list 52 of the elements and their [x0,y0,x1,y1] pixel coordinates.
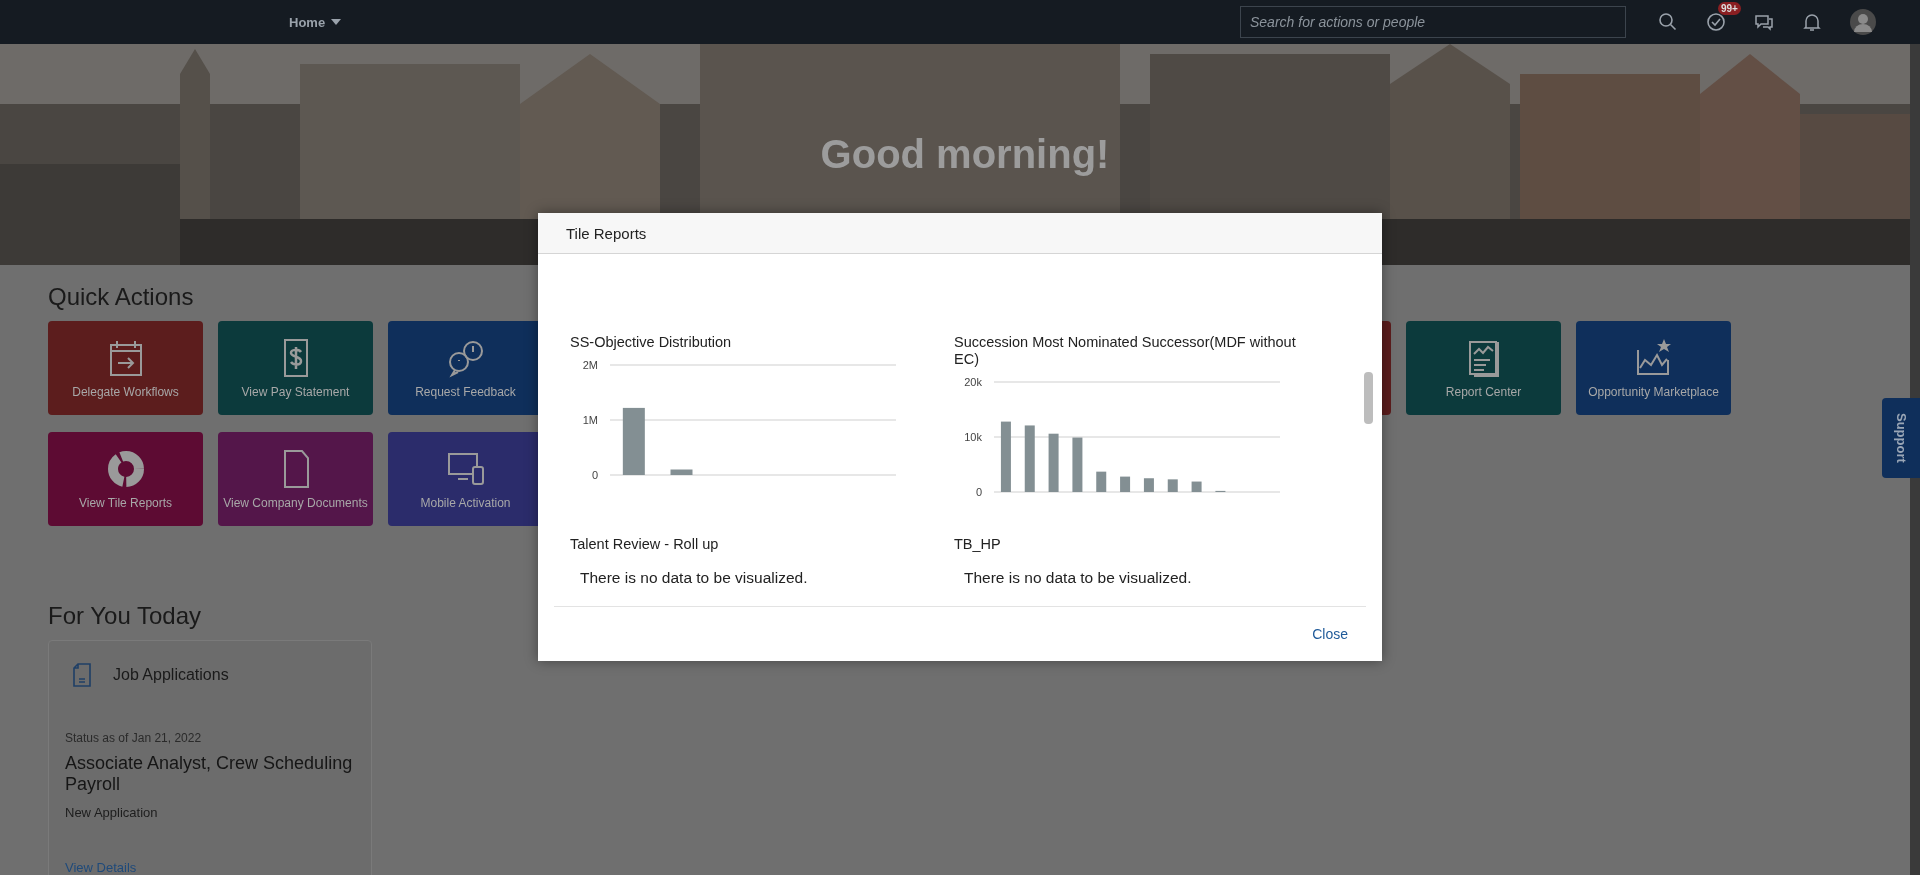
bar[interactable] [1167,479,1178,492]
bell-icon[interactable] [1802,12,1822,32]
card-title: Job Applications [113,666,229,684]
greeting: Good morning! [820,132,1110,177]
report-title: Succession Most Nominated Successor(MDF without EC) [954,334,1297,368]
avatar-icon[interactable] [1850,9,1876,35]
caret-icon [331,19,342,25]
no-data-message: There is no data to be visualized. [580,569,809,587]
quick-action-tile[interactable]: View Tile Reports [48,432,203,526]
home-menu[interactable]: Home [285,10,346,34]
quick-action-tile[interactable]: View Company Documents [218,432,373,526]
document-icon [73,663,91,687]
axis-label: 2M [582,359,598,371]
bar[interactable] [1048,433,1059,492]
status-date: Status as of Jan 21, 2022 [65,731,203,745]
scrollbar[interactable] [1364,372,1373,424]
report-title: Talent Review - Roll up [570,536,720,553]
chat-icon[interactable] [1754,12,1774,32]
report-title: TB_HP [954,536,1002,553]
application-status: New Application [65,805,159,820]
quick-action-tile[interactable]: Delegate Workflows [48,321,203,415]
donut-chart-icon [105,448,146,489]
axis-label: 10k [964,431,982,443]
section-title: For You Today [48,602,201,630]
bar[interactable] [670,469,693,475]
bar[interactable] [622,407,645,475]
checkmark-icon[interactable] [1706,12,1726,32]
quick-action-tile[interactable]: Opportunity Marketplace [1576,321,1731,415]
bar[interactable] [1120,476,1131,492]
support-tab[interactable]: Support [1882,398,1920,478]
search-icon[interactable] [1658,12,1678,32]
bar[interactable] [1072,437,1083,492]
notification-badge: 99+ [1718,2,1741,15]
axis-label: 20k [964,376,982,388]
axis-label: 0 [591,469,598,481]
no-data-message: There is no data to be visualized. [964,569,1193,587]
scrollbar[interactable] [1910,44,1920,875]
bar[interactable] [1143,478,1154,492]
quick-action-tile[interactable]: View Pay Statement [218,321,373,415]
bar[interactable] [1000,421,1011,492]
report-title: SS-Objective Distribution [570,334,733,351]
dialog-title: Tile Reports [566,224,647,242]
search-field[interactable]: Search for actions or people [1240,6,1626,38]
quick-action-tile[interactable]: Report Center [1406,321,1561,415]
axis-label: 1M [582,414,598,426]
section-title: Quick Actions [48,283,194,311]
bar[interactable] [1191,481,1202,492]
axis-label: 0 [975,486,982,498]
bar[interactable] [1024,425,1035,492]
job-title: Associate Analyst, Crew Scheduling Payroll [65,753,354,795]
close-button[interactable]: Close [1308,622,1366,646]
bar[interactable] [1096,471,1107,492]
